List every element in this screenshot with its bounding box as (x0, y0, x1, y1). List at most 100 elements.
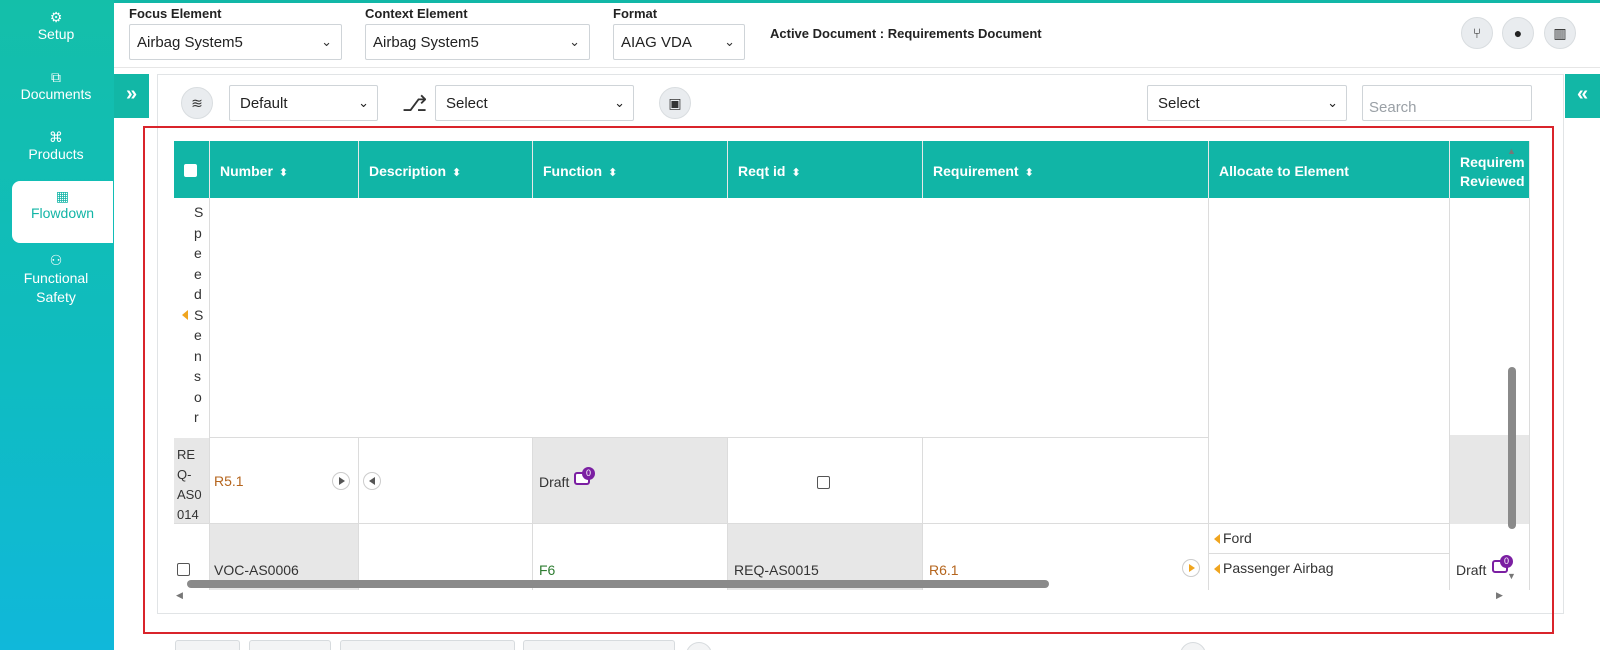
bar-chart-icon: ▥ (1553, 25, 1567, 41)
horizontal-scrollbar-thumb[interactable] (187, 580, 1049, 588)
sidebar-item-flowdown[interactable]: ▦ Flowdown (12, 181, 113, 243)
column-header-function[interactable]: Function ⬍ (533, 141, 728, 198)
format-select[interactable]: AIAG VDA ⌄ (613, 24, 745, 60)
gears-icon: ⚙ (49, 9, 63, 25)
group-label-letter: e (194, 245, 202, 261)
column-header-requirement[interactable]: Requirement ⬍ (923, 141, 1209, 198)
group-label-letter: d (194, 286, 202, 302)
sort-icon[interactable]: ⬍ (279, 167, 288, 179)
column-header-reqt-id[interactable]: Reqt id ⬍ (728, 141, 923, 198)
vertical-scrollbar-thumb[interactable] (1508, 367, 1516, 529)
sidebar-item-label: Flowdown (30, 205, 95, 221)
group-label-letter: s (194, 368, 201, 384)
bottom-tab[interactable] (175, 640, 240, 650)
group-label-letter: e (194, 265, 202, 282)
expand-arrow-icon[interactable] (1214, 534, 1220, 544)
drop-icon: ● (1513, 25, 1523, 41)
row1-number-cell: R5.1 (210, 438, 359, 524)
row2-requirement-link[interactable]: R6.1 (929, 562, 959, 578)
sort-icon[interactable]: ⬍ (452, 167, 461, 179)
context-element-value: Airbag System5 (373, 34, 479, 51)
row1-number-link[interactable]: R5.1 (214, 473, 244, 489)
bottom-round-button[interactable] (1180, 642, 1206, 650)
sidebar-item-products[interactable]: ⌘ Products (0, 128, 112, 174)
row1-function-cell: Draft 0 (533, 438, 728, 524)
drop-button[interactable]: ● (1502, 17, 1534, 49)
filter-select[interactable]: Select ⌄ (435, 85, 634, 121)
row2-function-link[interactable]: F6 (539, 562, 555, 578)
column-select-value: Select (1158, 95, 1200, 112)
row-id-line: AS0 (177, 487, 202, 502)
column-label: Allocate to Element (1219, 163, 1349, 179)
scroll-right-arrow[interactable]: ▶ (1496, 590, 1503, 601)
focus-element-select[interactable]: Airbag System5 ⌄ (129, 24, 342, 60)
row2-checkbox[interactable] (177, 563, 190, 576)
row-id-line: RE (177, 447, 196, 462)
sort-icon[interactable]: ⬍ (1025, 167, 1034, 179)
reviewed-empty-cell (1450, 198, 1530, 435)
column-header-description[interactable]: Description ⬍ (359, 141, 533, 198)
active-document-label: Active Document : Requirements Document (770, 26, 1042, 41)
comment-count-badge: 0 (1500, 555, 1513, 568)
sidebar-item-functional-safety[interactable]: ⚇ Functional Safety (0, 251, 112, 315)
bottom-round-button[interactable] (686, 642, 712, 650)
bottom-tab[interactable] (249, 640, 331, 650)
branch-button[interactable]: ⑂ (1461, 17, 1493, 49)
scroll-left-arrow[interactable]: ◀ (176, 590, 183, 601)
sidebar: ⚙ Setup ⧉ Documents ⌘ Products ▦ Flowdow… (0, 0, 114, 650)
sidebar-item-label: Functional Safety (23, 270, 89, 305)
chevron-down-icon: ⌄ (358, 95, 369, 110)
sidebar-item-label: Setup (37, 26, 75, 42)
image-icon: ▣ (668, 95, 682, 111)
row2-allocation-passenger: Passenger Airbag (1209, 554, 1450, 590)
view-select[interactable]: Default ⌄ (229, 85, 378, 121)
column-header-number[interactable]: Number ⬍ (210, 141, 359, 198)
expand-right-button[interactable]: « (1565, 74, 1600, 118)
focus-element-label: Focus Element (129, 6, 222, 21)
allocate-merged-cell (1209, 198, 1450, 524)
sidebar-item-setup[interactable]: ⚙ Setup (0, 8, 112, 54)
column-label: Reqt id (738, 163, 786, 179)
scroll-up-arrow[interactable]: ▲ (1507, 146, 1516, 156)
bar-chart-button[interactable]: ▥ (1544, 17, 1576, 49)
column-header-reviewed[interactable]: Requirem Reviewed (1450, 141, 1530, 198)
chevron-down-icon: ⌄ (321, 34, 332, 49)
context-element-select[interactable]: Airbag System5 ⌄ (365, 24, 590, 60)
sort-icon[interactable]: ⬍ (608, 167, 617, 179)
arrow-left-icon[interactable] (363, 472, 381, 490)
row1-reviewed-cell (1450, 435, 1530, 524)
group-content-area (210, 198, 1209, 438)
group-label-letter: o (194, 388, 202, 405)
layers-icon: ≋ (191, 95, 203, 111)
expand-arrow-icon[interactable] (182, 310, 188, 320)
sort-icon[interactable]: ⬍ (791, 167, 800, 179)
image-button[interactable]: ▣ (659, 87, 691, 119)
row1-checkbox[interactable] (817, 476, 830, 489)
group-label-letter: p (194, 224, 202, 241)
column-header-allocate[interactable]: Allocate to Element (1209, 141, 1450, 198)
functional-safety-icon: ⚇ (49, 252, 63, 268)
scroll-down-arrow[interactable]: ▼ (1507, 571, 1516, 581)
bottom-tab[interactable] (523, 640, 675, 650)
chevron-down-icon: ⌄ (1327, 95, 1338, 110)
layers-button[interactable]: ≋ (181, 87, 213, 119)
bottom-tab[interactable] (340, 640, 515, 650)
arrow-right-icon[interactable] (1182, 559, 1200, 577)
search-input[interactable] (1362, 85, 1532, 121)
arrow-right-icon[interactable] (332, 472, 350, 490)
expand-left-button[interactable]: » (114, 74, 149, 118)
column-label: Requirem Reviewed (1460, 154, 1525, 189)
group-label-letter: S (194, 204, 204, 220)
column-select[interactable]: Select ⌄ (1147, 85, 1347, 121)
select-all-checkbox[interactable] (184, 164, 197, 177)
double-chevron-right-icon: » (125, 83, 138, 105)
column-label: Function (543, 163, 603, 179)
format-label: Format (613, 6, 658, 21)
expand-arrow-icon[interactable] (1214, 564, 1220, 574)
row-id-line: 014 (177, 507, 199, 522)
flow-tree-icon[interactable]: ⎇ (402, 91, 427, 117)
row2-number: VOC-AS0006 (214, 562, 299, 578)
products-icon: ⌘ (49, 129, 63, 145)
sidebar-item-documents[interactable]: ⧉ Documents (0, 68, 112, 114)
chevron-down-icon: ⌄ (614, 95, 625, 110)
